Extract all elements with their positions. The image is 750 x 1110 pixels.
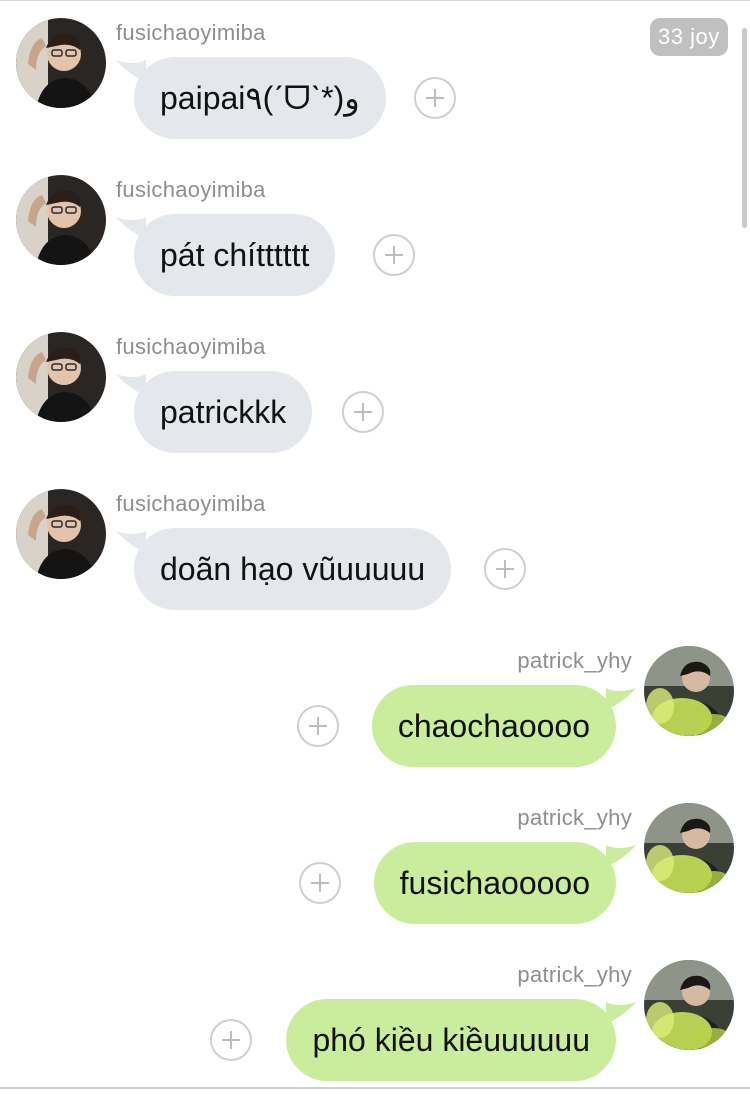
message-bubble[interactable]: phó kiều kiềuuuuuu	[286, 999, 616, 1081]
username: fusichaoyimiba	[116, 177, 266, 202]
avatar[interactable]	[16, 489, 106, 579]
chat-message: patrick_yhy chaochaoooo	[0, 646, 750, 796]
message-bubble[interactable]: fusichaooooo	[373, 842, 616, 924]
add-reaction-button[interactable]	[299, 862, 341, 904]
username: fusichaoyimiba	[116, 491, 266, 516]
avatar[interactable]	[16, 18, 106, 108]
message-bubble[interactable]: doãn hạo vũuuuuu	[134, 528, 452, 610]
chat-message: fusichaoyimiba pát chítttttt	[0, 175, 750, 325]
add-reaction-button[interactable]	[210, 1019, 252, 1061]
add-reaction-button[interactable]	[373, 234, 415, 276]
top-divider	[0, 0, 750, 1]
message-bubble[interactable]: paipai٩(ˊᗜˋ*)و	[134, 57, 386, 139]
avatar[interactable]	[644, 803, 734, 893]
add-reaction-button[interactable]	[484, 548, 526, 590]
chat-message: patrick_yhy fusichaooooo	[0, 803, 750, 953]
username: patrick_yhy	[517, 648, 632, 673]
avatar[interactable]	[16, 332, 106, 422]
username: patrick_yhy	[517, 805, 632, 830]
chat-message: fusichaoyimiba patrickkk	[0, 332, 750, 482]
avatar[interactable]	[644, 960, 734, 1050]
add-reaction-button[interactable]	[414, 77, 456, 119]
message-bubble[interactable]: patrickkk	[134, 371, 313, 453]
add-reaction-button[interactable]	[342, 391, 384, 433]
avatar[interactable]	[644, 646, 734, 736]
username: fusichaoyimiba	[116, 334, 266, 359]
add-reaction-button[interactable]	[297, 705, 339, 747]
username: fusichaoyimiba	[116, 20, 266, 45]
message-bubble[interactable]: chaochaoooo	[371, 685, 616, 767]
username: patrick_yhy	[517, 962, 632, 987]
chat-message: fusichaoyimiba doãn hạo vũuuuuu	[0, 489, 750, 639]
avatar[interactable]	[16, 175, 106, 265]
message-bubble[interactable]: pát chítttttt	[134, 214, 336, 296]
chat-message: fusichaoyimiba paipai٩(ˊᗜˋ*)و	[0, 18, 750, 168]
